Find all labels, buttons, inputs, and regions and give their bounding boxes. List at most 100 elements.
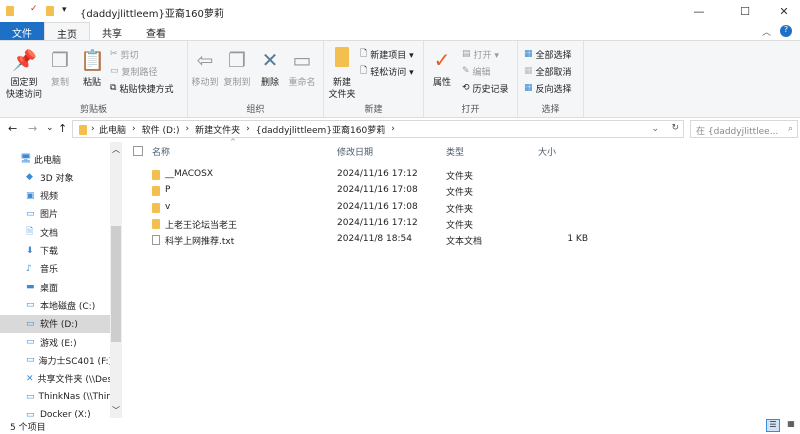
nav-item[interactable]: ♪ 音乐 (0, 260, 110, 278)
open-button[interactable]: ▤ 打开 ▾ (462, 46, 499, 62)
scroll-up-icon[interactable]: ︿ (112, 144, 120, 155)
organize-label: 组织 (246, 105, 265, 115)
maximize-button[interactable]: ☐ (722, 0, 768, 22)
nav-scrollbar-thumb[interactable] (111, 226, 121, 342)
column-name[interactable]: 名称 (152, 145, 170, 158)
nav-item[interactable]: 🗎 文档 (0, 223, 110, 241)
invert-selection-button[interactable]: ▦ 反向选择 (524, 80, 572, 96)
pin-quick-access-button[interactable]: 📌 固定到 快速访问 (4, 47, 44, 101)
nav-item-label: 海力士SC401 (F:) (38, 356, 110, 367)
drive-icon: ▭ (26, 337, 35, 347)
paste-shortcut-button[interactable]: ⧉ 粘贴快捷方式 (110, 80, 173, 96)
copy-to-button[interactable]: ❐ 复制到 (222, 47, 252, 89)
file-row[interactable]: 科学上网推荐.txt 2024/11/8 18:54 文本文档 1 KB (130, 232, 600, 248)
column-size[interactable]: 大小 (538, 145, 556, 158)
folder-icon (152, 186, 160, 197)
help-icon[interactable]: ? (780, 25, 792, 37)
status-bar: 5 个项目 ☰ ▦ (0, 418, 800, 434)
details-view-button[interactable]: ☰ (766, 419, 780, 432)
nav-item[interactable]: ▭ 本地磁盘 (C:) (0, 296, 110, 314)
tab-file[interactable]: 文件 (0, 22, 44, 41)
new-folder-button[interactable]: 新建 文件夹 (326, 47, 358, 101)
nav-item[interactable]: ⬇ 下载 (0, 242, 110, 260)
breadcrumb-drive-d[interactable]: 软件 (D:) (142, 123, 180, 136)
column-date[interactable]: 修改日期 (337, 145, 373, 158)
nav-item-label: Docker (X:) (40, 410, 91, 418)
column-type[interactable]: 类型 (446, 145, 464, 158)
large-icons-view-button[interactable]: ▦ (784, 419, 798, 432)
minimize-button[interactable]: — (676, 0, 722, 22)
cut-button[interactable]: ✂ 剪切 (110, 46, 139, 62)
move-to-button[interactable]: ⇦ 移动到 (190, 47, 220, 89)
nav-item[interactable]: ▭ 图片 (0, 205, 110, 223)
nav-item[interactable]: 🖥 此电脑 (0, 150, 110, 168)
file-row[interactable]: __MACOSX 2024/11/16 17:12 文件夹 (130, 167, 600, 183)
select-all-checkbox[interactable] (133, 146, 143, 156)
file-row[interactable]: 上老王论坛当老王 2024/11/16 17:12 文件夹 (130, 216, 600, 232)
nav-item-label: 视频 (40, 192, 59, 203)
nav-item-label: 本地磁盘 (C:) (40, 301, 96, 312)
forward-button[interactable]: → (28, 122, 37, 135)
file-name: 科学上网推荐.txt (165, 237, 235, 248)
file-row[interactable]: v 2024/11/16 17:08 文件夹 (130, 200, 600, 216)
delete-button[interactable]: ✕ 删除 (258, 47, 282, 89)
tab-view[interactable]: 查看 (134, 22, 178, 41)
nav-item[interactable]: ▭ 软件 (D:) (0, 314, 110, 333)
nav-item[interactable]: ▭ 游戏 (E:) (0, 333, 110, 351)
recent-dropdown-icon[interactable]: ⌄ (46, 123, 54, 133)
history-button[interactable]: ⟲ 历史记录 (462, 80, 509, 96)
copy-button[interactable]: ❐ 复制 (46, 47, 74, 89)
file-row[interactable]: P 2024/11/16 17:08 文件夹 (130, 183, 600, 199)
window-title: {daddyjlittleem}亚裔160萝莉 (80, 9, 224, 20)
history-icon: ⟲ (462, 83, 470, 93)
3d-objects-icon: ◆ (26, 172, 33, 183)
rename-button[interactable]: ▭ 重命名 (286, 47, 318, 89)
back-button[interactable]: ← (8, 122, 17, 135)
breadcrumb-current[interactable]: {daddyjlittleem}亚裔160萝莉 (256, 123, 386, 136)
properties-qat-icon[interactable]: ✓ (30, 4, 38, 14)
copy-path-button[interactable]: ▭ 复制路径 (110, 63, 158, 79)
file-name: P (165, 185, 171, 196)
new-folder-icon (330, 47, 354, 73)
paste-button[interactable]: 📋 粘贴 (78, 47, 106, 89)
edit-button[interactable]: ✎ 编辑 (462, 63, 491, 79)
nav-item[interactable]: ✕共享文件夹 (\\Deskt (0, 370, 110, 388)
address-bar[interactable]: › 此电脑 › 软件 (D:) › 新建文件夹 › {daddyjlittleem}亚… (72, 120, 684, 138)
breadcrumb-this-pc[interactable]: 此电脑 (99, 123, 126, 136)
properties-button[interactable]: ✓ 属性 (428, 47, 456, 89)
scroll-down-icon[interactable]: ﹀ (112, 405, 120, 416)
qat-dropdown-icon[interactable]: ▾ (62, 5, 67, 15)
navigation-pane: 🖥 此电脑 ◆ 3D 对象 ▣ 视频 ▭ 图片 🗎 文档 ⬇ 下载 ♪ 音乐 ▬ 桌面 ▭ 本地磁盘 (C:) ▭ 软… (0, 142, 122, 418)
new-item-button[interactable]: 🗋 新建项目 ▾ (360, 46, 414, 62)
tab-home[interactable]: 主页 (44, 22, 90, 41)
close-button[interactable]: ✕ (768, 0, 800, 22)
collapse-ribbon-icon[interactable]: ︿ (762, 25, 771, 38)
new-folder-qat-icon[interactable] (46, 6, 54, 16)
breadcrumb-new-folder[interactable]: 新建文件夹 (195, 123, 240, 136)
file-name: 上老王论坛当老王 (165, 220, 238, 231)
search-input[interactable]: 在 {daddyjlittlee... ⌕ (690, 120, 798, 138)
pictures-icon: ▭ (26, 208, 35, 219)
nav-item[interactable]: ▭ 海力士SC401 (F:) (0, 351, 110, 369)
nav-item-label: 此电脑 (34, 155, 62, 166)
nav-item[interactable]: ▣ 视频 (0, 187, 110, 205)
ribbon-tabs: 文件 主页 共享 查看 ︿ ? (0, 22, 800, 41)
search-icon: ⌕ (787, 124, 793, 134)
nav-item-label: 桌面 (40, 283, 59, 294)
nav-item[interactable]: ◆ 3D 对象 (0, 168, 110, 186)
refresh-button[interactable]: ↻ (671, 123, 679, 133)
nav-item[interactable]: ▭ Docker (X:) (0, 406, 110, 418)
select-none-button[interactable]: ▦ 全部取消 (524, 63, 572, 79)
nav-item-label: 3D 对象 (40, 173, 74, 184)
address-dropdown-icon[interactable]: ⌄ (651, 124, 659, 134)
folder-icon (79, 125, 87, 135)
file-type: 文件夹 (446, 220, 474, 231)
ribbon: 📌 固定到 快速访问 ❐ 复制 📋 粘贴 ✂ 剪切 ▭ 复制路径 ⧉ 粘贴快捷方式 剪贴板 … (0, 40, 800, 118)
easy-access-button[interactable]: 🗋 轻松访问 ▾ (360, 63, 414, 79)
nav-item[interactable]: ▬ 桌面 (0, 278, 110, 296)
up-button[interactable]: ↑ (58, 122, 67, 135)
tab-share[interactable]: 共享 (90, 22, 134, 41)
select-all-button[interactable]: ▦ 全部选择 (524, 46, 572, 62)
copy-icon: ❐ (51, 48, 69, 72)
nav-item[interactable]: ▭ThinkNas (\\ThinkNas (0, 388, 110, 406)
